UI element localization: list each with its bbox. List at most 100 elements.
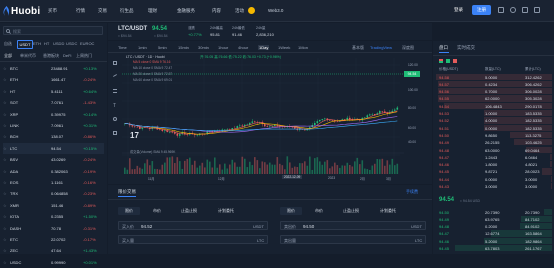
interval-time[interactable]: Time — [118, 45, 127, 50]
market-row[interactable]: ☆TRX0.064858-0.23% — [3, 188, 104, 199]
bid-row[interactable]: 94.4563.7803261.1767 — [433, 245, 552, 252]
market-row[interactable]: ☆BSV43.0269-0.24% — [3, 154, 104, 165]
sell-type-stop[interactable]: 止盈止损 — [336, 207, 366, 215]
star-icon[interactable]: ☆ — [3, 260, 6, 263]
quote-tab-eth[interactable]: ETH — [33, 41, 41, 46]
shape-tool-icon[interactable] — [113, 117, 117, 121]
category-tab-2[interactable]: 单米代币 — [20, 53, 36, 59]
ask-row[interactable]: 94.461.80004.8021 — [433, 161, 552, 168]
ask-row[interactable]: 94.4863.000069.0464 — [433, 146, 552, 153]
market-row[interactable]: ☆SOT7.0761-1.43% — [3, 97, 104, 108]
market-row[interactable]: ☆ETC22.0702-0.17% — [3, 234, 104, 245]
star-icon[interactable]: ☆ — [3, 191, 6, 194]
interval-5min[interactable]: 5min — [158, 45, 167, 50]
ask-row[interactable]: 94.585.0000312.4262 — [433, 73, 552, 80]
buy-type-market[interactable]: 市价 — [144, 207, 170, 215]
sell-price-input[interactable]: 卖出价 94.50 USDT — [280, 221, 426, 230]
interval-1hour[interactable]: 1hour — [218, 45, 228, 50]
star-icon[interactable]: ☆ — [3, 112, 6, 115]
bid-row[interactable]: 94.5020.739020.7390 — [433, 208, 552, 215]
interval-30min[interactable]: 30min — [198, 45, 209, 50]
ask-row[interactable]: 94.560.7000306.0028 — [433, 88, 552, 95]
nav-web3[interactable]: Web3.0 — [268, 8, 283, 13]
ask-row[interactable]: 94.459.872128.0023 — [433, 168, 552, 175]
market-row[interactable]: ☆XMR151.46-0.89% — [3, 200, 104, 211]
pair-name[interactable]: LTC/USDT — [118, 26, 147, 32]
market-row[interactable]: ☆ETH1661.47-0.24% — [3, 74, 104, 85]
globe-icon[interactable] — [510, 7, 516, 13]
text-tool-icon[interactable]: T — [113, 103, 116, 109]
buy-type-limit[interactable]: 限价 — [118, 207, 140, 215]
interval-4hour[interactable]: 4hour — [238, 45, 248, 50]
interval-1min[interactable]: 1min — [138, 45, 147, 50]
buy-type-plan[interactable]: 计划委托 — [208, 207, 244, 215]
star-icon[interactable]: ☆ — [3, 146, 6, 149]
market-row[interactable]: ☆IOTA0.2355+1.50% — [3, 211, 104, 222]
crosshair-tool-icon[interactable] — [113, 61, 117, 65]
ask-row[interactable]: 94.510.0000182.5335 — [433, 124, 552, 131]
ask-row[interactable]: 94.433.00003.0000 — [433, 183, 552, 190]
star-icon[interactable]: ☆ — [3, 157, 6, 160]
bid-row[interactable]: 94.480.200084.9102 — [433, 223, 552, 230]
register-button[interactable]: 注册 — [472, 5, 491, 15]
download-icon[interactable] — [498, 7, 504, 13]
nav-content[interactable]: 内容 — [212, 8, 221, 14]
star-icon[interactable]: ☆ — [3, 203, 6, 206]
category-tab-all[interactable]: 全部 — [4, 53, 12, 59]
interval-1mon[interactable]: 1Mon — [298, 45, 308, 50]
market-row[interactable]: ☆XRP0.39975+0.14% — [3, 109, 104, 120]
ask-row[interactable]: 94.4926.2155103.4625 — [433, 139, 552, 146]
market-row[interactable]: ☆LINK7.0961+0.31% — [3, 120, 104, 131]
market-row[interactable]: ☆EOS1.1161-0.16% — [3, 177, 104, 188]
ask-row[interactable]: 94.54106.4843290.0178 — [433, 102, 552, 109]
interval-1week[interactable]: 1Week — [278, 45, 290, 50]
star-icon[interactable]: ☆ — [3, 226, 6, 229]
buy-amount-input[interactable]: 买入量 LTC — [118, 235, 268, 244]
ask-row[interactable]: 94.440.00003.0000 — [433, 175, 552, 182]
quote-tab-usdt[interactable]: USDT — [17, 40, 33, 49]
interval-1day[interactable]: 1Day — [258, 45, 269, 50]
settings-icon[interactable] — [522, 7, 528, 13]
market-row[interactable]: ☆DASH70.78-0.31% — [3, 223, 104, 234]
order-tab-limit[interactable]: 限价交易 — [118, 189, 136, 195]
market-search-box[interactable]: 搜索 — [3, 26, 103, 35]
ask-row[interactable]: 94.5562.0000305.3028 — [433, 95, 552, 102]
login-button[interactable]: 登录 — [454, 7, 463, 13]
bid-row[interactable]: 94.4712.6774163.5864 — [433, 230, 552, 237]
trades-tab[interactable]: 实时成交 — [457, 45, 475, 51]
star-icon[interactable]: ☆ — [3, 77, 6, 80]
brand-logo[interactable]: Huobi — [11, 6, 40, 17]
category-tab-3[interactable]: 香港板块 — [43, 53, 59, 59]
ask-row[interactable]: 94.531.0000183.5335 — [433, 110, 552, 117]
view-tradingview[interactable]: TradingView — [370, 45, 392, 50]
category-tab-defi[interactable]: DeFi — [63, 53, 71, 58]
market-row[interactable]: ☆ZEC47.64+1.43% — [3, 245, 104, 256]
nav-trade[interactable]: 交易 — [98, 8, 107, 14]
bid-row[interactable]: 94.4963.976584.7102 — [433, 215, 552, 222]
quote-tab-ht[interactable]: HT — [44, 41, 49, 46]
ask-row[interactable]: 94.524.0000182.5335 — [433, 117, 552, 124]
nav-markets[interactable]: 行情 — [76, 8, 85, 14]
star-icon[interactable]: ☆ — [3, 66, 6, 69]
star-icon[interactable]: ☆ — [3, 248, 6, 251]
quote-tab-usdc[interactable]: USDC — [66, 41, 77, 46]
fee-link[interactable]: 手续费 — [406, 189, 418, 195]
trendline-tool-icon[interactable] — [113, 74, 117, 77]
nav-finance[interactable]: 金融服务 — [177, 8, 195, 14]
interval-15min[interactable]: 15min — [178, 45, 189, 50]
category-tab-5[interactable]: 上周热门 — [76, 53, 92, 59]
nav-derivatives[interactable]: 衍生品 — [120, 8, 134, 14]
nav-buy[interactable]: 买币 — [48, 8, 57, 14]
ask-row[interactable]: 94.570.4234306.4262 — [433, 80, 552, 87]
sell-type-market[interactable]: 市价 — [306, 207, 332, 215]
market-row[interactable]: ☆LTC94.54+0.15% — [3, 143, 104, 154]
ruler-tool-icon[interactable] — [113, 131, 117, 135]
buy-type-stop[interactable]: 止盈止损 — [174, 207, 204, 215]
nav-earn[interactable]: 理财 — [148, 8, 157, 14]
ask-row[interactable]: 94.509.8650113.3275 — [433, 131, 552, 138]
view-basic[interactable]: 基本版 — [352, 45, 364, 51]
quote-tab-usdd[interactable]: USDD — [53, 41, 64, 46]
ask-row[interactable]: 94.471.24436.0464 — [433, 153, 552, 160]
theme-icon[interactable] — [534, 7, 540, 13]
bid-row[interactable]: 94.465.2000182.9864 — [433, 237, 552, 244]
